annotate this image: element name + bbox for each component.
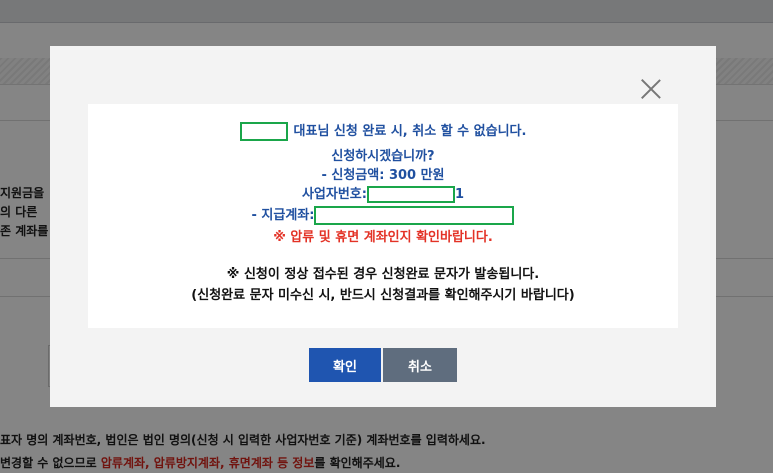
- notice-line-2: (신청완료 문자 미수신 시, 반드시 신청결과를 확인해주시기 바랍니다): [191, 288, 575, 303]
- redacted-business-number: [366, 186, 455, 203]
- cancel-button[interactable]: 취소: [383, 348, 457, 382]
- message-line-2: 신청하시겠습니까?: [331, 149, 435, 164]
- redacted-name: [239, 122, 288, 141]
- warning-line: ※ 압류 및 휴면 계좌인지 확인바랍니다.: [273, 230, 493, 245]
- redacted-account: [314, 206, 515, 225]
- message-line-1: 대표님 신청 완료 시, 취소 할 수 없습니다.: [88, 120, 678, 141]
- message-line-4: 사업자번호: 1: [301, 186, 465, 203]
- notice-line-1: ※ 신청이 정상 접수된 경우 신청완료 문자가 발송됩니다.: [226, 267, 540, 282]
- confirm-button[interactable]: 확인: [309, 348, 381, 382]
- dialog-message-panel: 대표님 신청 완료 시, 취소 할 수 없습니다. 신청하시겠습니까? - 신청…: [88, 104, 678, 328]
- message-line-3: - 신청금액: 300 만원: [321, 168, 445, 183]
- message-line-5: - 지급계좌:: [88, 204, 678, 225]
- confirm-dialog: 대표님 신청 완료 시, 취소 할 수 없습니다. 신청하시겠습니까? - 신청…: [50, 46, 716, 407]
- close-icon[interactable]: [638, 76, 664, 102]
